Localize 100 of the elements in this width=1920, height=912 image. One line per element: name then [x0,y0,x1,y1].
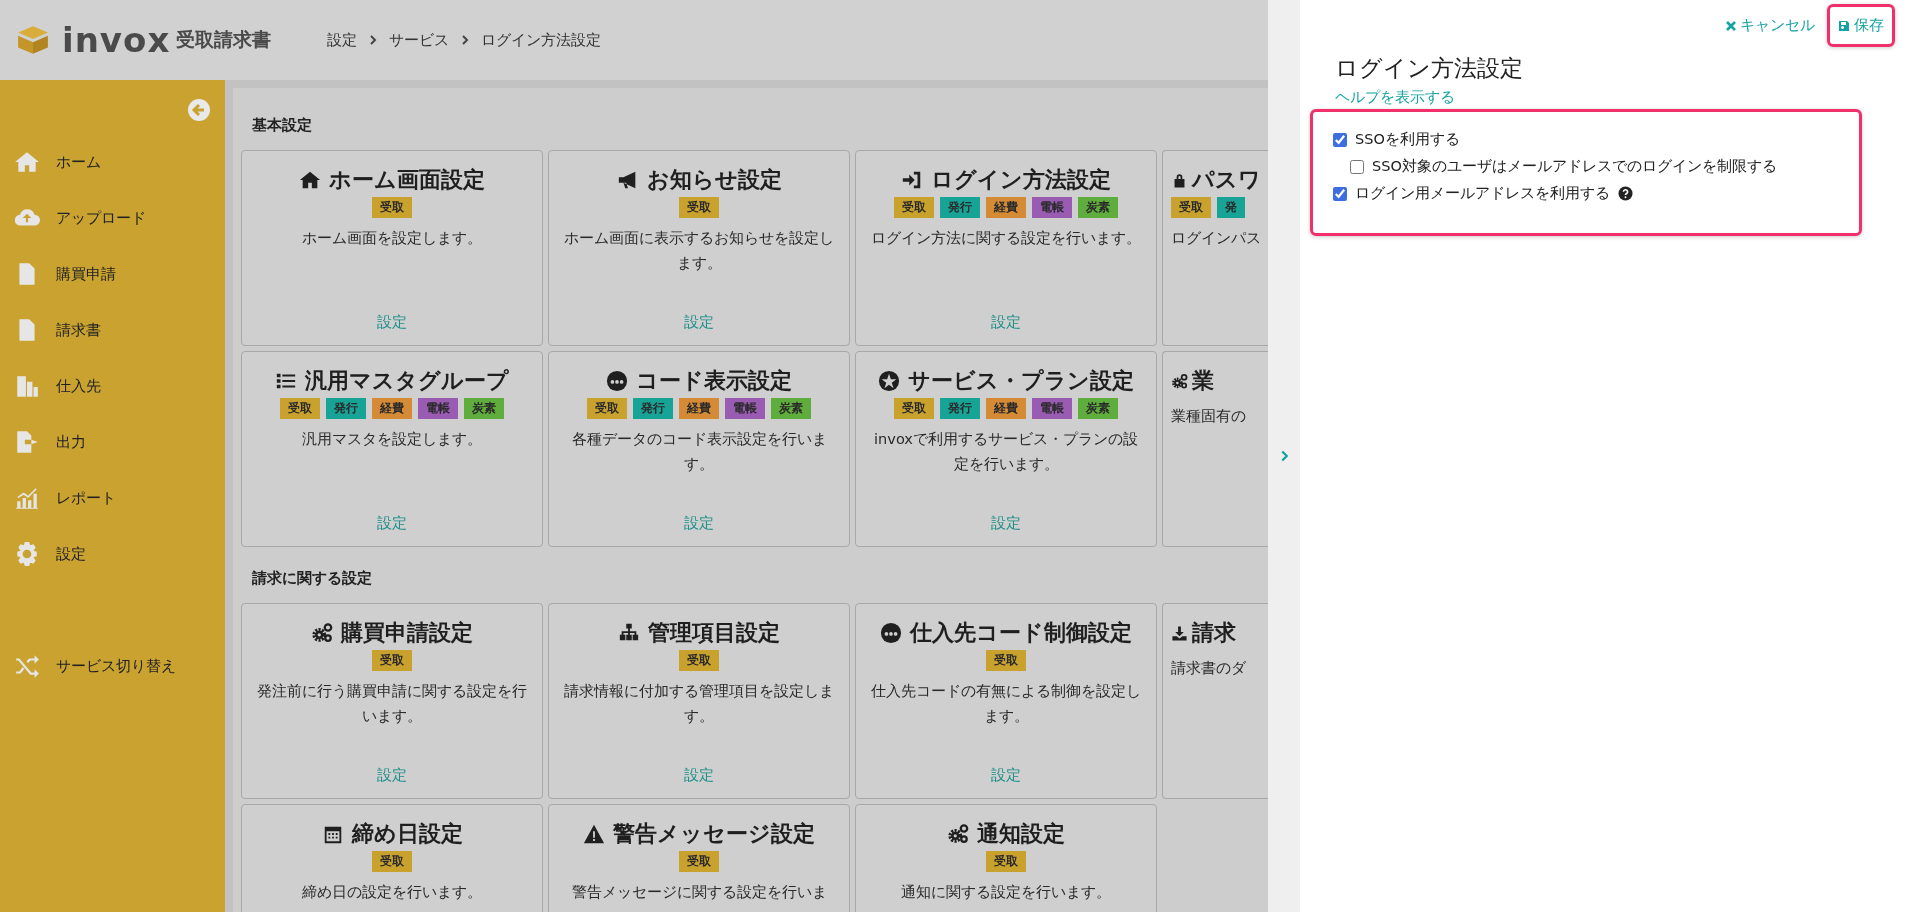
card-title: ログイン方法設定 [931,166,1111,194]
card-title: 通知設定 [977,820,1065,848]
service-tag: 炭素 [1078,398,1118,419]
breadcrumb-item: ログイン方法設定 [481,30,602,50]
checkbox[interactable] [1333,186,1347,201]
download-icon [1171,624,1188,642]
checkbox[interactable] [1333,132,1347,147]
service-tag: 電帳 [1032,197,1072,218]
chevron-right-icon[interactable] [1279,449,1289,463]
sidebar-item[interactable]: ホーム [0,134,225,190]
home-icon [299,169,321,191]
gears-icon [947,823,969,845]
settings-link[interactable]: 設定 [991,311,1021,333]
service-tag: 電帳 [418,398,458,419]
sidebar-item[interactable]: 請求書 [0,302,225,358]
card-title: 汎用マスタグループ [305,367,509,395]
breadcrumb-item[interactable]: 設定 [327,30,358,50]
service-tag: 受取 [894,197,934,218]
star-icon [878,370,900,392]
service-tag: 電帳 [1032,398,1072,419]
cube-logo-icon [16,23,50,57]
card-description: ホーム画面に表示するお知らせを設定します。 [563,229,835,274]
card-description: invoxで利用するサービス・プランの設定を行います。 [873,430,1139,475]
card-description: 各種データのコード表示設定を行います。 [570,430,828,475]
warning-icon [583,823,605,845]
sidebar-item[interactable]: アップロード [0,190,225,246]
card-title: ホーム画面設定 [329,166,485,194]
card-description: ログインパス [1171,229,1261,248]
sidebar-item[interactable]: 出力 [0,414,225,470]
section-heading: 請求に関する設定 [251,568,373,589]
card-title: コード表示設定 [636,367,792,395]
service-tag: 受取 [280,398,320,419]
card-description: ログイン方法に関する設定を行います。 [871,229,1141,248]
service-tag: 電帳 [725,398,765,419]
cancel-link[interactable]: キャンセル [1725,16,1815,35]
card-title: 警告メッセージ設定 [613,820,815,848]
gears-icon [311,622,333,644]
logo-text: invox [62,20,171,60]
checkbox[interactable] [1350,159,1364,174]
settings-link[interactable]: 設定 [684,311,714,333]
card-title: サービス・プラン設定 [908,367,1134,395]
breadcrumb-item[interactable]: サービス [389,30,450,50]
settings-link[interactable]: 設定 [377,764,407,786]
signin-icon [901,169,923,191]
card-title: 管理項目設定 [648,619,780,647]
panel-title: ログイン方法設定 [1335,54,1524,83]
service-tag: 炭素 [1078,197,1118,218]
card-title: 業 [1192,367,1214,395]
settings-link[interactable]: 設定 [991,764,1021,786]
card-title: 仕入先コード制御設定 [910,619,1132,647]
service-switch-item[interactable]: サービス切り替え [0,638,225,694]
settings-link[interactable]: 設定 [377,512,407,534]
card-description: 業種固有の [1171,407,1246,426]
service-tag: 受取 [679,197,719,218]
card-title: 購買申請設定 [341,619,473,647]
service-tag: 受取 [679,650,719,671]
gear-icon [14,541,40,567]
card-title: パスワ [1192,166,1261,194]
card-description: 発注前に行う購買申請に関する設定を行います。 [256,682,528,727]
sidebar-item[interactable]: 購買申請 [0,246,225,302]
question-circle-icon[interactable] [1618,186,1633,201]
service-tag: 受取 [894,398,934,419]
chevron-right-icon [369,34,378,46]
card-title: お知らせ設定 [646,166,782,194]
service-tag: 発行 [633,398,673,419]
help-link[interactable]: ヘルプを表示する [1335,88,1895,107]
card-description: 締め日の設定を行います。 [302,883,482,902]
option-label: ログイン用メールアドレスを利用する [1355,184,1610,203]
settings-link[interactable]: 設定 [991,512,1021,534]
chart-icon [14,485,40,511]
settings-link[interactable]: 設定 [684,764,714,786]
chevron-right-icon [461,34,470,46]
service-tag: 炭素 [464,398,504,419]
service-tag: 発 [1217,197,1245,218]
service-tag: 受取 [1171,197,1211,218]
card-title: 締め日設定 [351,820,463,848]
option-label: SSO対象のユーザはメールアドレスでのログインを制限する [1372,157,1777,176]
service-tag: 受取 [587,398,627,419]
card-title: 請求 [1192,619,1236,647]
service-tag: 発行 [940,398,980,419]
card-description: 請求書のダ [1171,659,1246,678]
service-tag: 発行 [326,398,366,419]
service-tag: 受取 [679,851,719,872]
option-label: SSOを利用する [1355,130,1460,149]
card-description: ホーム画面を設定します。 [302,229,482,248]
settings-link[interactable]: 設定 [377,311,407,333]
settings-link[interactable]: 設定 [684,512,714,534]
building-icon [14,373,40,399]
sidebar-item[interactable]: 設定 [0,526,225,582]
service-tag: 炭素 [771,398,811,419]
close-icon [1725,19,1737,32]
save-button[interactable]: 保存 [1838,16,1884,35]
sidebar-item[interactable]: 仕入先 [0,358,225,414]
service-tag: 経費 [679,398,719,419]
sidebar-item[interactable]: レポート [0,470,225,526]
card-description: 警告メッセージに関する設定を行いま [571,883,827,902]
gears-icon [1171,372,1188,390]
service-tag: 受取 [372,851,412,872]
card-description: 請求情報に付加する管理項目を設定します。 [563,682,835,727]
product-name: 受取請求書 [176,27,272,52]
